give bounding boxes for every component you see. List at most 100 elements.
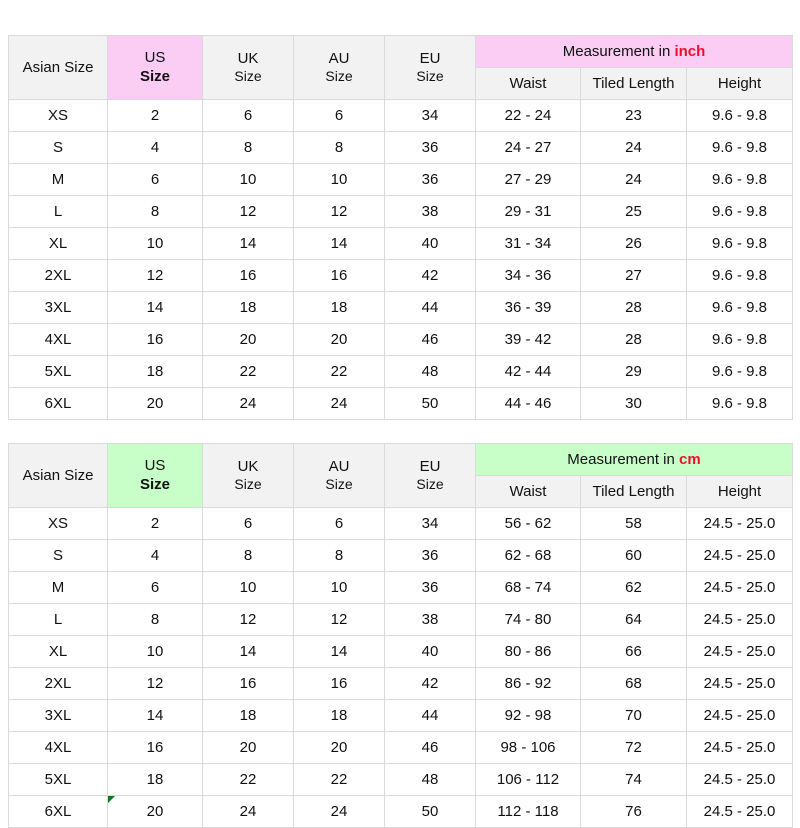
cell-waist: 98 - 106: [475, 731, 581, 764]
cell-height: 9.6 - 9.8: [685, 195, 794, 228]
cell-asian-size: 6XL: [8, 795, 108, 828]
cell-uk-size: 14: [202, 227, 294, 260]
cell-waist: 44 - 46: [475, 387, 581, 420]
cell-us-size: 2: [107, 507, 203, 540]
cell-au-size: 24: [293, 795, 385, 828]
header-row-primary: Asian Size US Size UK Size AU Size EU Size Measur…: [8, 443, 794, 508]
cell-eu-size: 34: [384, 507, 476, 540]
table-row: 3XL 14 18 18 44 92 - 98 70 24.5 - 25.0: [8, 699, 794, 732]
cell-us-size: 4: [107, 131, 203, 164]
cell-eu-size: 36: [384, 571, 476, 604]
cell-tiled-length: 74: [580, 763, 687, 796]
cell-asian-size: 4XL: [8, 323, 108, 356]
cell-height: 24.5 - 25.0: [685, 635, 794, 668]
cell-au-size: 14: [293, 635, 385, 668]
table-row: 4XL 16 20 20 46 39 - 42 28 9.6 - 9.8: [8, 323, 794, 356]
column-header-eu-size: EU Size: [384, 443, 476, 508]
cell-uk-size: 6: [202, 507, 294, 540]
cell-asian-size: 5XL: [8, 355, 108, 388]
table-header: Asian Size US Size UK Size AU Size EU Size Measur…: [8, 443, 794, 508]
table-row: 5XL 18 22 22 48 106 - 112 74 24.5 - 25.0: [8, 763, 794, 796]
column-header-uk-size-line1: UK: [237, 457, 259, 475]
column-header-eu-size-line2: Size: [416, 476, 444, 493]
cell-uk-size: 18: [202, 699, 294, 732]
column-header-au-size-line1: AU: [328, 457, 350, 475]
column-header-us-size-line1: US: [144, 457, 166, 475]
cell-uk-size: 16: [202, 667, 294, 700]
cell-asian-size: 6XL: [8, 387, 108, 420]
cell-tiled-length: 27: [580, 259, 687, 292]
table-header: Asian Size US Size UK Size AU Size EU Size Measur…: [8, 35, 794, 100]
table-gap: [8, 420, 792, 443]
cell-au-size: 20: [293, 323, 385, 356]
cell-asian-size: 3XL: [8, 291, 108, 324]
cell-uk-size: 24: [202, 387, 294, 420]
cell-eu-size: 50: [384, 795, 476, 828]
cell-au-size: 20: [293, 731, 385, 764]
cell-uk-size: 10: [202, 163, 294, 196]
cell-height: 24.5 - 25.0: [685, 763, 794, 796]
column-header-eu-size: EU Size: [384, 35, 476, 100]
cell-height: 24.5 - 25.0: [685, 507, 794, 540]
column-header-asian-size: Asian Size: [8, 443, 108, 508]
cell-waist: 86 - 92: [475, 667, 581, 700]
cell-asian-size: L: [8, 195, 108, 228]
column-header-uk-size-line2: Size: [234, 476, 262, 493]
column-header-au-size-line2: Size: [325, 476, 353, 493]
table-row: M 6 10 10 36 27 - 29 24 9.6 - 9.8: [8, 163, 794, 196]
cell-tiled-length: 28: [580, 323, 687, 356]
column-header-uk-size: UK Size: [202, 443, 294, 508]
cell-uk-size: 20: [202, 323, 294, 356]
cell-eu-size: 46: [384, 731, 476, 764]
cell-eu-size: 44: [384, 699, 476, 732]
cell-eu-size: 42: [384, 667, 476, 700]
column-header-us-size-line2: Size: [139, 475, 170, 493]
column-header-au-size-line1: AU: [328, 49, 350, 67]
cell-us-size: 8: [107, 603, 203, 636]
cell-uk-size: 6: [202, 99, 294, 132]
table-row: 3XL 14 18 18 44 36 - 39 28 9.6 - 9.8: [8, 291, 794, 324]
cell-height: 24.5 - 25.0: [685, 571, 794, 604]
cell-us-size: 8: [107, 195, 203, 228]
cell-waist: 36 - 39: [475, 291, 581, 324]
size-table-inch: Asian Size US Size UK Size AU Size EU Size Measur…: [8, 35, 794, 420]
cell-height: 9.6 - 9.8: [685, 163, 794, 196]
cell-height: 9.6 - 9.8: [685, 291, 794, 324]
cell-waist: 112 - 118: [475, 795, 581, 828]
table-row: XL 10 14 14 40 80 - 86 66 24.5 - 25.0: [8, 635, 794, 668]
cell-height: 9.6 - 9.8: [685, 355, 794, 388]
cell-asian-size: S: [8, 131, 108, 164]
cell-eu-size: 40: [384, 635, 476, 668]
cell-eu-size: 40: [384, 227, 476, 260]
cell-tiled-length: 68: [580, 667, 687, 700]
table-row: M 6 10 10 36 68 - 74 62 24.5 - 25.0: [8, 571, 794, 604]
cell-waist: 80 - 86: [475, 635, 581, 668]
table-row: S 4 8 8 36 24 - 27 24 9.6 - 9.8: [8, 131, 794, 164]
cell-au-size: 24: [293, 387, 385, 420]
cell-waist: 22 - 24: [475, 99, 581, 132]
cell-waist: 62 - 68: [475, 539, 581, 572]
cell-height: 9.6 - 9.8: [685, 131, 794, 164]
cell-waist: 92 - 98: [475, 699, 581, 732]
cell-tiled-length: 72: [580, 731, 687, 764]
cell-tiled-length: 23: [580, 99, 687, 132]
cell-au-size: 14: [293, 227, 385, 260]
table-row: XS 2 6 6 34 22 - 24 23 9.6 - 9.8: [8, 99, 794, 132]
cell-eu-size: 34: [384, 99, 476, 132]
cell-height: 24.5 - 25.0: [685, 667, 794, 700]
cell-eu-size: 38: [384, 603, 476, 636]
header-row-primary: Asian Size US Size UK Size AU Size EU Size Measur…: [8, 35, 794, 100]
cell-waist: 31 - 34: [475, 227, 581, 260]
table-row: 6XL 20 24 24 50 112 - 118 76 24.5 - 25.0: [8, 795, 794, 828]
cell-waist: 68 - 74: [475, 571, 581, 604]
cell-tiled-length: 26: [580, 227, 687, 260]
cell-us-size: 12: [107, 667, 203, 700]
measurement-unit-label: cm: [679, 451, 701, 468]
cell-asian-size: L: [8, 603, 108, 636]
cell-au-size: 12: [293, 195, 385, 228]
cell-waist: 29 - 31: [475, 195, 581, 228]
cell-us-size: 16: [107, 731, 203, 764]
cell-tiled-length: 28: [580, 291, 687, 324]
column-header-au-size-line2: Size: [325, 68, 353, 85]
column-header-eu-size-line1: EU: [419, 457, 441, 475]
